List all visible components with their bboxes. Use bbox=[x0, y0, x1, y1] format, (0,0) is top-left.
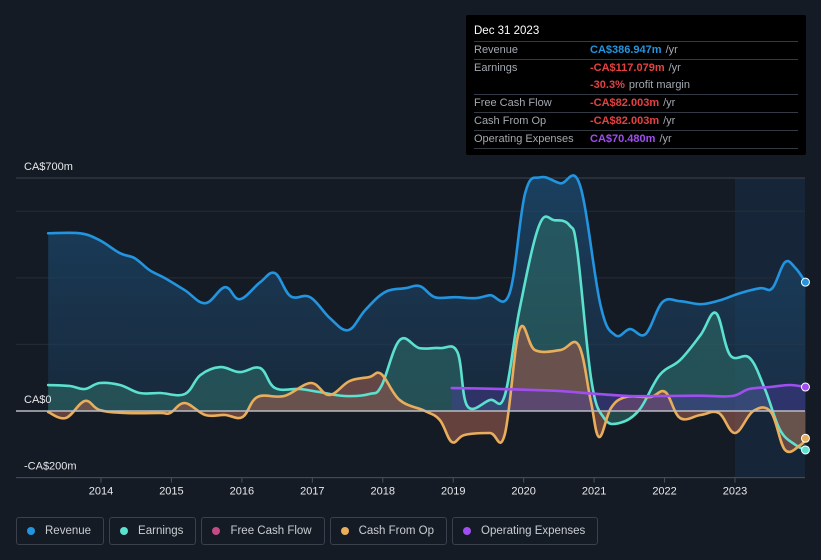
tooltip-row: Cash From Op -CA$82.003m/yr bbox=[474, 113, 798, 131]
tooltip-date: Dec 31 2023 bbox=[474, 21, 798, 42]
tooltip-row-label: Revenue bbox=[474, 44, 519, 56]
tooltip-row-value: -30.3% bbox=[590, 79, 625, 91]
legend-label: Operating Expenses bbox=[481, 525, 586, 537]
x-tick-label: 2019 bbox=[441, 486, 465, 498]
legend-item-free-cash-flow[interactable]: Free Cash Flow bbox=[201, 517, 325, 545]
x-tick-label: 2020 bbox=[511, 486, 535, 498]
legend-label: Cash From Op bbox=[358, 525, 435, 537]
legend-label: Earnings bbox=[138, 525, 184, 537]
tooltip-row: Operating Expenses CA$70.480m/yr bbox=[474, 131, 798, 149]
x-tick-label: 2023 bbox=[723, 486, 747, 498]
legend-item-cash-from-op[interactable]: Cash From Op bbox=[329, 517, 448, 545]
tooltip-row: Free Cash Flow -CA$82.003m/yr bbox=[474, 95, 798, 113]
legend-dot-icon bbox=[463, 527, 472, 535]
tooltip-panel: Dec 31 2023 Revenue CA$386.947m/yr Earning… bbox=[466, 15, 806, 155]
tooltip-row-unit: /yr bbox=[668, 62, 681, 74]
tooltip-row-unit: /yr bbox=[663, 115, 676, 127]
tooltip-row: -30.3% profit margin bbox=[474, 77, 798, 95]
tooltip-row-label: Earnings bbox=[474, 62, 518, 74]
legend-dot-icon bbox=[27, 527, 35, 535]
tooltip-row-value: -CA$117.079m bbox=[590, 62, 665, 74]
tooltip-row: Revenue CA$386.947m/yr bbox=[474, 42, 798, 60]
x-tick-label: 2017 bbox=[300, 486, 324, 498]
tooltip-row-unit: /yr bbox=[663, 97, 676, 109]
tooltip-row-label bbox=[474, 77, 590, 94]
tooltip-row-unit: /yr bbox=[659, 133, 672, 145]
tooltip-row-value: CA$386.947m bbox=[590, 44, 662, 56]
tooltip-row-label: Operating Expenses bbox=[474, 133, 574, 145]
x-axis-ticks: 2014 2015 2016 2017 2018 2019 2020 2021 2022 2023 bbox=[89, 477, 747, 498]
legend-item-revenue[interactable]: Revenue bbox=[16, 517, 105, 545]
legend-item-earnings[interactable]: Earnings bbox=[109, 517, 197, 545]
legend-label: Free Cash Flow bbox=[230, 525, 312, 537]
tooltip-row: Earnings -CA$117.079m/yr bbox=[474, 60, 798, 77]
tooltip-row-label: Free Cash Flow bbox=[474, 97, 552, 109]
x-tick-label: 2015 bbox=[159, 486, 183, 498]
tooltip-row-unit: profit margin bbox=[628, 79, 690, 91]
earnings-end-marker bbox=[800, 445, 810, 455]
cash-from-op-end-marker bbox=[800, 433, 810, 443]
legend-label: Revenue bbox=[45, 525, 92, 537]
tooltip-row-label: Cash From Op bbox=[474, 115, 547, 127]
legend-item-operating-expenses[interactable]: Operating Expenses bbox=[452, 517, 599, 545]
x-tick-label: 2022 bbox=[652, 486, 676, 498]
revenue-end-marker bbox=[800, 277, 810, 287]
x-tick-label: 2014 bbox=[89, 486, 113, 498]
operating-expenses-end-marker bbox=[800, 382, 810, 392]
tooltip-row-value: -CA$82.003m bbox=[590, 97, 660, 109]
tooltip-row-value: -CA$82.003m bbox=[590, 115, 660, 127]
y-axis-label: CA$700m bbox=[24, 161, 73, 173]
y-axis-label: CA$0 bbox=[24, 394, 52, 406]
legend-dot-icon bbox=[212, 527, 221, 535]
legend-dot-icon bbox=[340, 527, 349, 535]
legend-dot-icon bbox=[120, 527, 129, 535]
x-tick-label: 2021 bbox=[582, 486, 606, 498]
tooltip-row-unit: /yr bbox=[665, 44, 678, 56]
x-tick-label: 2018 bbox=[371, 486, 395, 498]
x-tick-label: 2016 bbox=[230, 486, 254, 498]
y-axis-label: -CA$200m bbox=[24, 461, 77, 473]
tooltip-row-value: CA$70.480m bbox=[590, 133, 656, 145]
legend: Revenue Earnings Free Cash Flow Cash From O… bbox=[16, 517, 599, 545]
